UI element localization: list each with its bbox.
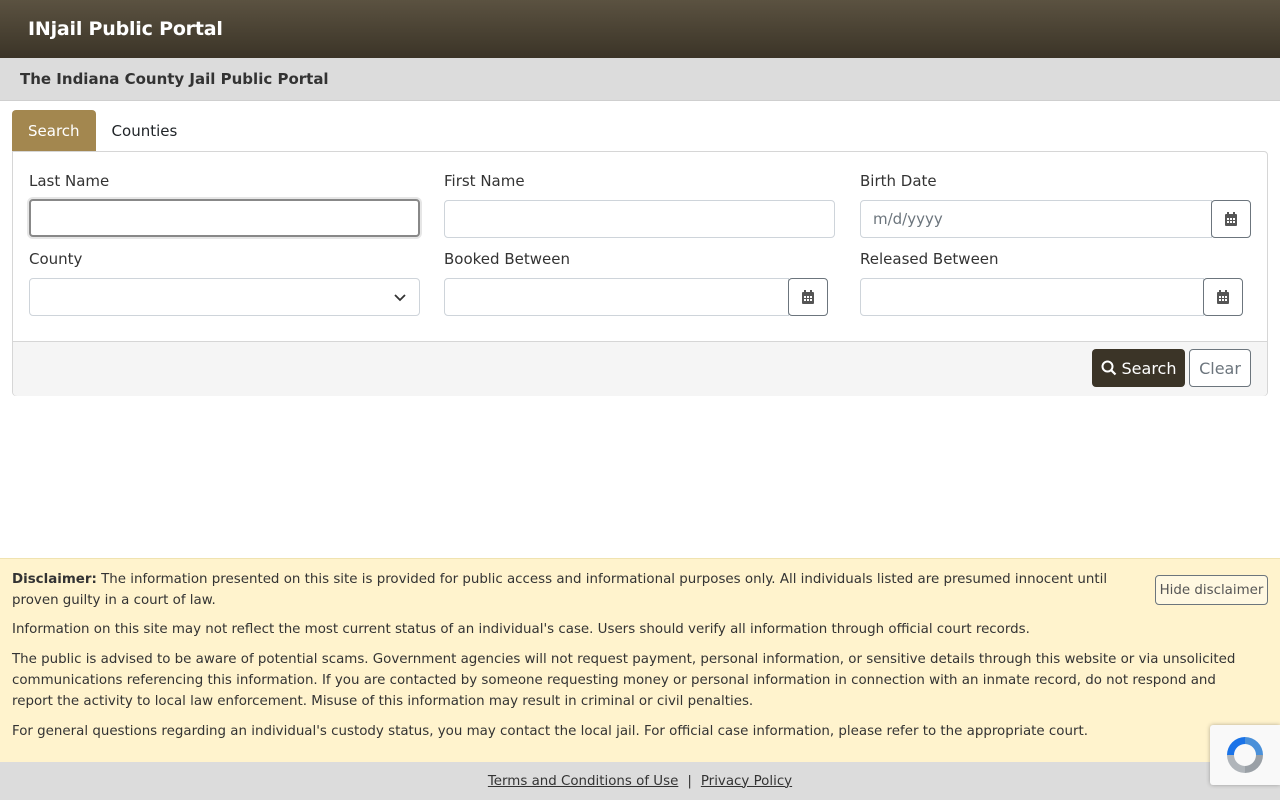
clear-button[interactable]: Clear <box>1189 349 1251 387</box>
calendar-icon <box>1225 212 1237 226</box>
brand-title[interactable]: INjail Public Portal <box>28 18 223 40</box>
recaptcha-badge[interactable] <box>1210 725 1280 785</box>
released-between-input[interactable] <box>860 278 1204 316</box>
booked-between-calendar-button[interactable] <box>788 278 828 316</box>
recaptcha-icon <box>1227 737 1263 773</box>
calendar-icon <box>802 290 814 304</box>
disclaimer-heading: Disclaimer: <box>12 572 97 587</box>
tab-search[interactable]: Search <box>12 110 96 151</box>
disclaimer-paragraph-4: For general questions regarding an indiv… <box>12 724 1088 739</box>
disclaimer-paragraph-1: Disclaimer: The information presented on… <box>12 569 1137 611</box>
privacy-link[interactable]: Privacy Policy <box>701 774 792 789</box>
footer-separator: | <box>687 773 692 789</box>
booked-between-input[interactable] <box>444 278 789 316</box>
panel-footer <box>13 341 1267 396</box>
tab-counties[interactable]: Counties <box>96 110 194 151</box>
sub-header: The Indiana County Jail Public Portal <box>0 58 1280 101</box>
booked-between-label: Booked Between <box>444 250 570 268</box>
search-panel: Last Name First Name Birth Date m/d/yyyy… <box>12 151 1268 396</box>
released-between-label: Released Between <box>860 250 999 268</box>
last-name-input[interactable] <box>29 199 420 237</box>
birth-date-label: Birth Date <box>860 172 937 190</box>
disclaimer-text-1: The information presented on this site i… <box>12 572 1108 608</box>
county-label: County <box>29 250 83 268</box>
calendar-icon <box>1217 290 1229 304</box>
county-select[interactable] <box>29 278 420 316</box>
portal-subtitle: The Indiana County Jail Public Portal <box>20 70 329 88</box>
page-footer: Terms and Conditions of Use | Privacy Po… <box>0 762 1280 800</box>
terms-link[interactable]: Terms and Conditions of Use <box>488 774 678 789</box>
birth-date-calendar-button[interactable] <box>1211 200 1251 238</box>
chevron-down-icon <box>394 294 406 302</box>
hide-disclaimer-button[interactable]: Hide disclaimer <box>1155 575 1268 605</box>
disclaimer-paragraph-3: The public is advised to be aware of pot… <box>12 652 1236 709</box>
released-between-calendar-button[interactable] <box>1203 278 1243 316</box>
birth-date-input[interactable]: m/d/yyyy <box>860 200 1212 238</box>
disclaimer-banner: Disclaimer: The information presented on… <box>0 558 1280 762</box>
tab-list: Search Counties <box>12 110 193 151</box>
first-name-input[interactable] <box>444 200 835 238</box>
top-navbar: INjail Public Portal <box>0 0 1280 58</box>
last-name-label: Last Name <box>29 172 110 190</box>
first-name-label: First Name <box>444 172 525 190</box>
disclaimer-paragraph-2: Information on this site may not reflect… <box>12 622 1030 637</box>
search-icon <box>1101 360 1116 376</box>
search-button-label: Search <box>1121 358 1177 378</box>
search-button[interactable]: Search <box>1092 349 1185 387</box>
